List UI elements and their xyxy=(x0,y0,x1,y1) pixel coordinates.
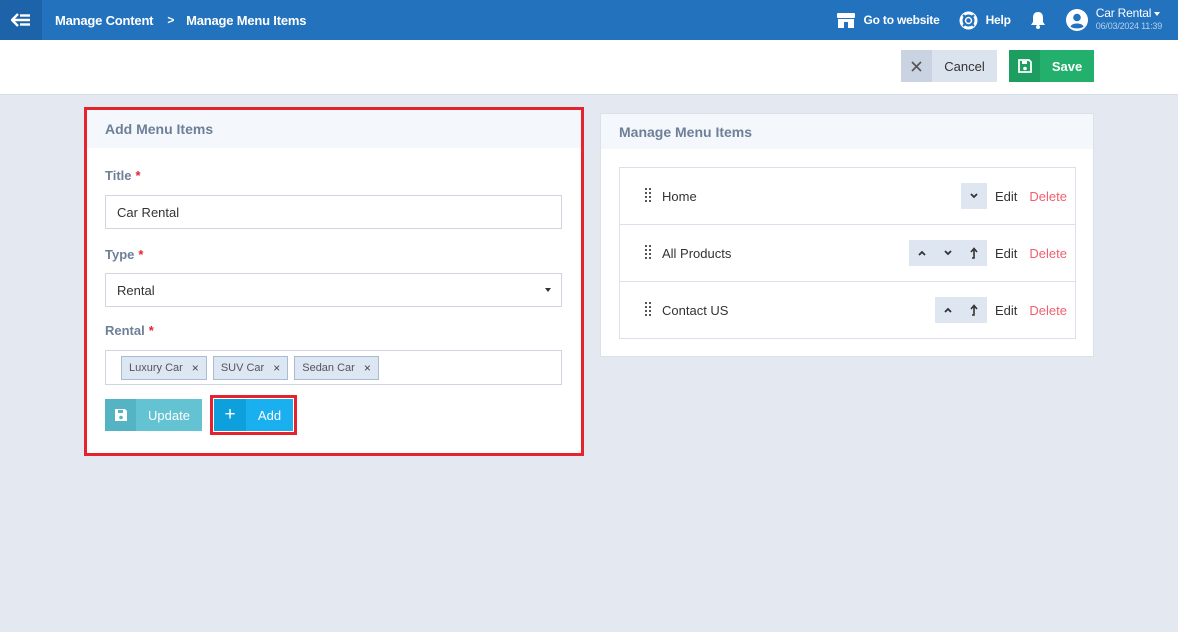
level-up-icon xyxy=(970,247,978,259)
rental-tags-input[interactable]: Luxury Car × SUV Car × Sedan Car × xyxy=(105,350,562,385)
move-up-button[interactable] xyxy=(935,297,961,323)
level-up-icon xyxy=(970,304,978,316)
user-menu-caret-icon xyxy=(1154,11,1161,16)
add-menu-items-panel: Add Menu Items Title * Car Rental Type * R… xyxy=(87,110,581,453)
chevron-down-icon xyxy=(970,193,978,199)
required-mark: * xyxy=(148,323,154,338)
store-icon xyxy=(836,12,855,28)
drag-handle-icon[interactable] xyxy=(645,188,653,204)
floppy-disk-icon xyxy=(105,399,136,431)
back-button[interactable] xyxy=(0,0,42,40)
breadcrumb-manage-menu-items: Manage Menu Items xyxy=(186,12,307,28)
help-link[interactable]: Help xyxy=(959,11,1011,30)
edit-link[interactable]: Edit xyxy=(995,246,1017,261)
add-menu-items-heading: Add Menu Items xyxy=(87,110,581,148)
manage-menu-items-heading: Manage Menu Items xyxy=(601,114,1093,149)
remove-tag-icon[interactable]: × xyxy=(364,361,371,375)
title-input-value: Car Rental xyxy=(117,204,180,220)
move-out-button[interactable] xyxy=(961,240,987,266)
go-to-website-link[interactable]: Go to website xyxy=(836,12,940,29)
menu-item-title: All Products xyxy=(662,245,732,261)
user-name: Car Rental xyxy=(1095,6,1152,20)
edit-link[interactable]: Edit xyxy=(995,189,1017,204)
help-label: Help xyxy=(985,13,1011,27)
go-to-website-label: Go to website xyxy=(863,13,940,27)
back-arrow-icon xyxy=(11,13,30,27)
drag-handle-icon[interactable] xyxy=(645,302,653,318)
rental-label: Rental * xyxy=(105,323,154,338)
user-menu[interactable]: Car Rental 06/03/2024 11:39 xyxy=(1065,6,1162,33)
chevron-up-icon xyxy=(918,250,926,256)
menu-item-title: Home xyxy=(662,188,697,204)
update-label: Update xyxy=(148,407,190,423)
close-icon xyxy=(901,50,932,82)
menu-item-title: Contact US xyxy=(662,302,729,318)
cancel-label: Cancel xyxy=(944,58,985,74)
title-label: Title * xyxy=(105,168,141,183)
cancel-button[interactable]: Cancel xyxy=(901,50,997,82)
bell-icon xyxy=(1030,12,1045,29)
menu-item-row: Home Edit Delete xyxy=(620,168,1075,225)
floppy-disk-icon xyxy=(1009,50,1040,82)
required-mark: * xyxy=(135,168,141,183)
update-button[interactable]: Update xyxy=(105,399,202,431)
required-mark: * xyxy=(138,247,144,262)
rental-tag: Luxury Car × xyxy=(121,355,207,380)
move-down-button[interactable] xyxy=(961,183,987,209)
save-button[interactable]: Save xyxy=(1009,50,1094,82)
move-up-button[interactable] xyxy=(909,240,935,266)
menu-items-list: Home Edit Delete All Products Edit Delet… xyxy=(619,167,1076,339)
edit-link[interactable]: Edit xyxy=(995,303,1017,318)
add-label: Add xyxy=(257,407,282,423)
menu-item-row: All Products Edit Delete xyxy=(620,225,1075,282)
type-label: Type * xyxy=(105,247,144,262)
top-navbar: Manage Content > Manage Menu Items Go to… xyxy=(0,0,1178,40)
delete-link[interactable]: Delete xyxy=(1029,246,1067,261)
move-out-button[interactable] xyxy=(961,297,987,323)
remove-tag-icon[interactable]: × xyxy=(192,361,199,375)
dropdown-caret-icon xyxy=(545,288,551,292)
chevron-up-icon xyxy=(944,307,952,313)
type-select-value: Rental xyxy=(117,282,155,298)
rental-tag: Sedan Car × xyxy=(294,355,379,380)
action-bar: Cancel Save xyxy=(0,40,1178,95)
add-button[interactable]: + Add xyxy=(214,399,293,431)
user-datetime: 06/03/2024 11:39 xyxy=(1095,21,1162,31)
drag-handle-icon[interactable] xyxy=(645,245,653,261)
save-label: Save xyxy=(1051,58,1083,74)
manage-menu-items-panel: Manage Menu Items Home Edit Delete All P… xyxy=(600,113,1094,357)
plus-icon: + xyxy=(214,399,246,431)
breadcrumb: Manage Content > Manage Menu Items xyxy=(55,0,306,40)
type-select[interactable]: Rental xyxy=(105,273,562,307)
remove-tag-icon[interactable]: × xyxy=(273,361,280,375)
move-down-button[interactable] xyxy=(935,240,961,266)
menu-item-row: Contact US Edit Delete xyxy=(620,282,1075,338)
user-avatar-icon xyxy=(1065,9,1088,31)
notifications-button[interactable] xyxy=(1030,11,1046,29)
chevron-down-icon xyxy=(944,250,952,256)
breadcrumb-manage-content[interactable]: Manage Content xyxy=(55,13,154,28)
lifebuoy-icon xyxy=(959,11,978,29)
delete-link[interactable]: Delete xyxy=(1029,189,1067,204)
breadcrumb-separator: > xyxy=(167,13,175,27)
title-input[interactable]: Car Rental xyxy=(105,195,562,229)
delete-link[interactable]: Delete xyxy=(1029,303,1067,318)
rental-tag: SUV Car × xyxy=(212,355,289,380)
